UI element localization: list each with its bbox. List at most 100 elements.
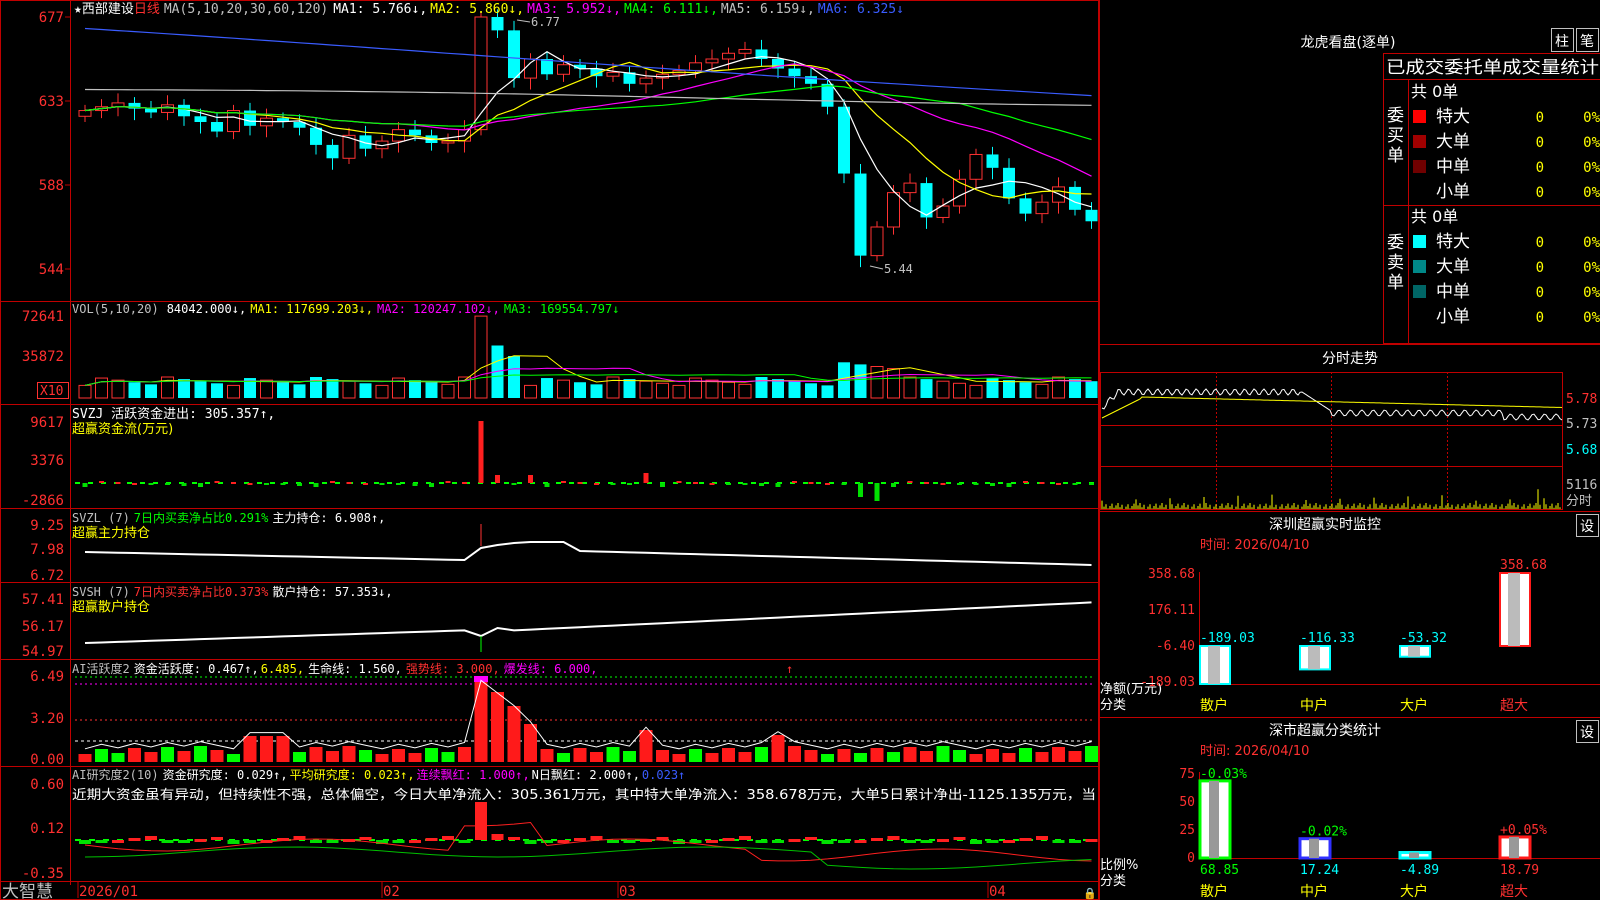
volume-bar <box>805 383 817 398</box>
sz-monitor-settings-label[interactable]: 设 <box>1580 519 1594 535</box>
svsh-axis: 57.41 56.17 54.97 <box>22 592 64 660</box>
volume-bar <box>277 382 289 398</box>
candle[interactable] <box>375 135 389 159</box>
candle[interactable] <box>244 102 256 136</box>
research-bar <box>755 840 768 843</box>
candle[interactable] <box>920 177 933 229</box>
activity-bar <box>474 678 488 762</box>
activity-bar <box>672 754 686 762</box>
svzj-bar <box>577 482 583 484</box>
candle[interactable] <box>936 198 950 224</box>
candle[interactable] <box>508 20 520 88</box>
svg-text:5.73: 5.73 <box>1566 417 1597 432</box>
svsh-subtitle: 超赢散户持仓 <box>72 599 150 615</box>
svsh-panel[interactable] <box>84 601 1092 652</box>
candle[interactable] <box>541 51 553 80</box>
candle[interactable] <box>178 99 190 126</box>
svzj-bar <box>115 482 121 484</box>
activity-bar <box>309 747 323 762</box>
svzj-bar <box>924 482 929 484</box>
candle[interactable] <box>969 148 983 189</box>
tick-view-button-label[interactable]: 笔 <box>1580 34 1594 50</box>
svg-text:-6.40: -6.40 <box>1156 639 1195 654</box>
candle[interactable] <box>326 139 339 170</box>
sz-stats-axis: 75 50 25 0 <box>1179 767 1195 866</box>
intraday-chart[interactable] <box>1100 372 1563 510</box>
svzj-bar <box>396 483 401 485</box>
svg-text:56.17: 56.17 <box>22 619 64 635</box>
lock-icon[interactable]: 🔒 <box>1083 887 1097 900</box>
research-bar <box>739 836 751 840</box>
candle[interactable] <box>1069 181 1081 216</box>
candle[interactable] <box>293 114 306 136</box>
research-bar <box>128 838 141 841</box>
volume-unit[interactable]: X10 <box>40 384 63 399</box>
sz-stats-settings-label[interactable]: 设 <box>1580 725 1594 741</box>
volume-bar <box>969 384 983 399</box>
candle[interactable] <box>870 221 884 262</box>
sz-stats-ylabel: 比例% <box>1100 858 1138 873</box>
candle[interactable] <box>441 133 455 153</box>
svg-text:-2866: -2866 <box>22 493 64 509</box>
candle[interactable] <box>342 127 356 164</box>
research-bar <box>112 840 124 843</box>
candle[interactable] <box>78 104 92 122</box>
ai-activity-panel[interactable] <box>75 676 1098 762</box>
candle[interactable] <box>821 78 834 115</box>
svg-text:25: 25 <box>1179 823 1195 838</box>
volume-bar <box>772 379 784 398</box>
activity-bar <box>986 749 999 762</box>
volume-bar <box>342 380 356 399</box>
svg-text:-0.35: -0.35 <box>22 866 64 882</box>
candlestick-panel[interactable] <box>78 9 1098 268</box>
candle[interactable] <box>887 185 900 235</box>
ai-activity-arrow: ↑ <box>786 662 793 676</box>
candle[interactable] <box>1019 192 1032 222</box>
candle[interactable] <box>986 146 999 180</box>
svzj-bar <box>693 482 698 484</box>
candle[interactable] <box>474 11 488 136</box>
candle[interactable] <box>722 47 735 71</box>
bar-view-button-label[interactable]: 柱 <box>1555 34 1569 50</box>
order-color-swatch <box>1413 135 1426 148</box>
intraday-grid <box>1100 372 1563 510</box>
candle[interactable] <box>227 104 240 140</box>
svg-text:散户: 散户 <box>1200 697 1228 714</box>
research-bar <box>920 840 933 843</box>
activity-bar <box>573 748 587 762</box>
sz-stats-bars: -0.03% 68.85 -0.02% 17.24 -4.89 +0.05% 18.79 <box>1198 767 1547 878</box>
candle[interactable] <box>738 41 752 59</box>
stats-bar-value: -4.89 <box>1400 863 1439 878</box>
candle[interactable] <box>1035 194 1049 224</box>
order-size-label: 特大 <box>1436 232 1470 252</box>
svzj-bar <box>429 483 434 487</box>
candle[interactable] <box>755 39 768 67</box>
research-bar <box>227 840 240 844</box>
svzl-panel[interactable] <box>84 524 1092 566</box>
ma120-line <box>84 27 1092 97</box>
candle[interactable] <box>392 122 405 153</box>
candle[interactable] <box>128 97 141 121</box>
monitor-bar-value: 358.68 <box>1500 558 1547 573</box>
candle[interactable] <box>854 164 867 268</box>
ai-activity-axis: 6.49 3.20 0.00 <box>30 669 64 768</box>
research-bar <box>458 840 471 843</box>
sz-stats-title: 深市超赢分类统计 <box>1269 722 1381 739</box>
research-bar <box>970 840 982 844</box>
volume-panel[interactable] <box>78 315 1098 399</box>
candle[interactable] <box>111 93 125 117</box>
svzj-panel[interactable] <box>75 421 1095 501</box>
candle[interactable] <box>953 169 966 214</box>
candle[interactable] <box>639 70 653 94</box>
candle[interactable] <box>260 108 273 138</box>
activity-bar <box>606 747 620 762</box>
candle[interactable] <box>903 173 917 203</box>
candle[interactable] <box>623 66 636 92</box>
research-bar <box>79 840 91 844</box>
volume-bar <box>441 383 455 399</box>
order-stats-subtitle: 已成交委托单成交量统计 <box>1386 58 1599 78</box>
sz-stats-xlabel: 分类 <box>1100 874 1126 889</box>
candles[interactable] <box>78 9 1098 268</box>
candle[interactable] <box>145 101 157 119</box>
ai-research-panel[interactable] <box>75 802 1098 870</box>
